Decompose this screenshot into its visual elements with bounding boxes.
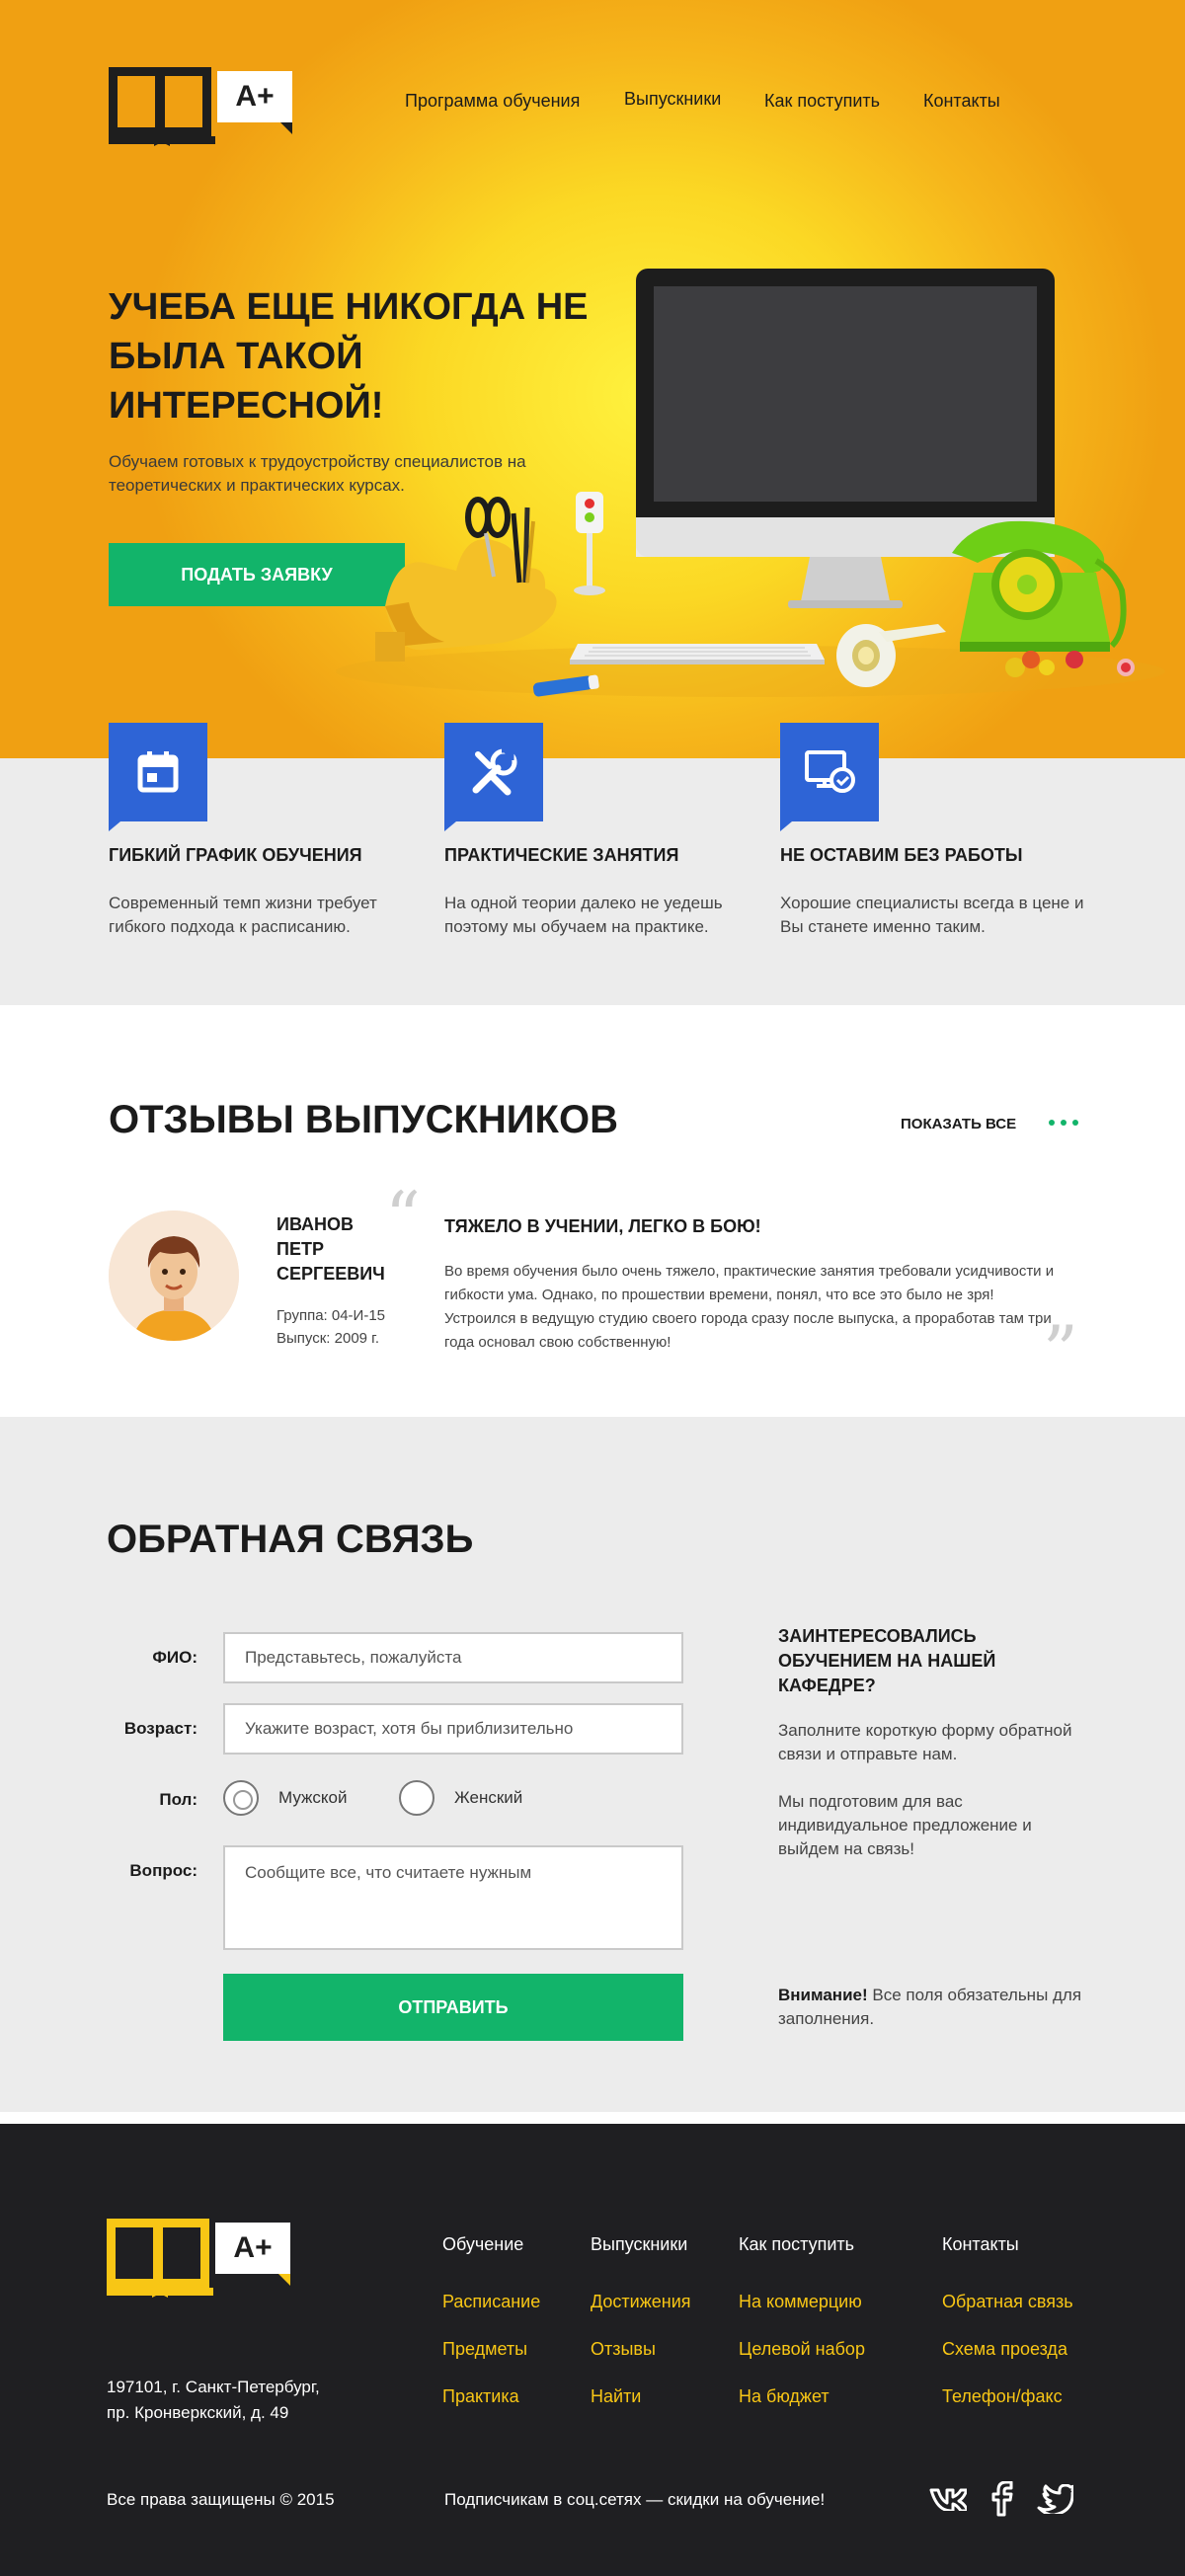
feature-flexible-schedule: Гибкий график обучения Современный темп …: [109, 723, 425, 939]
facebook-icon[interactable]: [983, 2479, 1022, 2519]
review-text: Во время обучения было очень тяжело, пра…: [444, 1263, 1055, 1351]
show-all-link[interactable]: Показать все: [901, 1116, 1016, 1132]
twitter-icon[interactable]: [1035, 2479, 1074, 2519]
feature-title: Гибкий график обучения: [109, 845, 362, 865]
footer-link[interactable]: Схема проезда: [942, 2339, 1067, 2360]
footer-link[interactable]: На бюджет: [739, 2386, 830, 2407]
hero-illustration: [336, 269, 1165, 697]
address-line: 197101, г. Санкт-Петербург,: [107, 2378, 320, 2396]
reviews-heading: Отзывы выпускников: [109, 1098, 618, 1141]
gender-female-radio[interactable]: Женский: [399, 1780, 522, 1816]
feature-title: Не оставим без работы: [780, 845, 1023, 865]
footer-col-graduates: Выпускники Достижения Отзывы Найти: [591, 2234, 691, 2406]
logo-grade: A+: [215, 2223, 290, 2286]
review-title: Тяжело в учении, легко в бою!: [444, 1216, 761, 1236]
footer-col-head: Обучение: [442, 2234, 524, 2254]
book-logo-icon: [107, 2219, 213, 2298]
vk-icon[interactable]: [928, 2479, 968, 2519]
footer-link[interactable]: Расписание: [442, 2292, 540, 2312]
hero-section: A+ Программа обучения Выпускники Как пос…: [0, 0, 1185, 758]
hand-illustration: [375, 497, 557, 662]
question-label: Вопрос:: [129, 1861, 198, 1880]
more-dots-icon[interactable]: [1049, 1120, 1078, 1126]
feature-text: Хорошие специалисты всегда в цене и Вы с…: [780, 894, 1084, 936]
footer-link[interactable]: Предметы: [442, 2339, 527, 2360]
required-note-bold: Внимание!: [778, 1986, 868, 2004]
phone-illustration: [952, 520, 1127, 652]
tools-icon: [444, 723, 543, 831]
question-field[interactable]: [223, 1845, 683, 1950]
age-label: Возраст:: [123, 1719, 198, 1738]
footer-col-head: Как поступить: [739, 2234, 854, 2254]
footer: A+ Обучение Расписание Предметы Практика…: [0, 2124, 1185, 2576]
radio-circle[interactable]: [399, 1780, 434, 1816]
divider: [0, 2112, 1185, 2124]
radio-circle[interactable]: [223, 1780, 259, 1816]
feedback-section: Обратная связь ФИО: Возраст: Пол: Мужско…: [0, 1417, 1185, 2112]
footer-link[interactable]: Обратная связь: [942, 2292, 1073, 2312]
gender-male-radio[interactable]: Мужской: [223, 1780, 348, 1816]
footer-col-contacts: Контакты Обратная связь Схема проезда Те…: [942, 2234, 1073, 2406]
feature-title: Практические занятия: [444, 845, 679, 865]
quote-close-icon: ”: [1043, 1311, 1078, 1392]
subscribe-text: Подписчикам в соц.сетях — скидки на обуч…: [444, 2490, 826, 2509]
feature-practice: Практические занятия На одной теории дал…: [444, 723, 760, 939]
footer-col-education: Обучение Расписание Предметы Практика: [442, 2234, 540, 2406]
reviewer-group: Группа: 04-И-15: [276, 1307, 386, 1324]
quote-open-icon: “: [385, 1177, 421, 1258]
footer-col-head: Выпускники: [591, 2234, 688, 2254]
gender-female-label: Женский: [454, 1788, 523, 1807]
features-section: Гибкий график обучения Современный темп …: [0, 723, 1185, 1005]
monitor-illustration: [636, 269, 1055, 608]
feedback-heading: Обратная связь: [107, 1518, 474, 1561]
feature-text: На одной теории далеко не уедешь поэтому…: [444, 894, 723, 936]
footer-link[interactable]: Телефон/факс: [942, 2386, 1063, 2407]
footer-link[interactable]: Достижения: [591, 2292, 691, 2312]
fio-label: ФИО:: [152, 1648, 198, 1667]
traffic-light-illustration: [574, 492, 605, 595]
footer-link[interactable]: Практика: [442, 2386, 519, 2407]
footer-col-head: Контакты: [942, 2234, 1019, 2254]
side-text-1: Заполните короткую форму обратной связи …: [778, 1721, 1072, 1763]
feature-employment: Не оставим без работы Хорошие специалист…: [780, 723, 1096, 939]
feature-text: Современный темп жизни требует гибкого п…: [109, 894, 377, 936]
submit-button[interactable]: Отправить: [223, 1974, 683, 2041]
gender-male-label: Мужской: [278, 1788, 348, 1807]
fio-field[interactable]: [223, 1632, 683, 1683]
footer-link[interactable]: Отзывы: [591, 2339, 656, 2360]
reviews-section: Отзывы выпускников Показать все Иванов П…: [0, 1005, 1185, 1417]
side-text-2: Мы подготовим для вас индивидуальное пре…: [778, 1792, 1032, 1858]
age-field[interactable]: [223, 1703, 683, 1755]
required-note: Внимание! Все поля обязательны для запол…: [778, 1984, 1094, 2031]
footer-link[interactable]: Целевой набор: [739, 2339, 865, 2360]
footer-link[interactable]: Найти: [591, 2386, 641, 2407]
keyboard-illustration: [570, 644, 825, 664]
calendar-icon: [109, 723, 207, 831]
copyright: Все права защищены © 2015: [107, 2490, 335, 2509]
address-line: пр. Кронверкский, д. 49: [107, 2403, 289, 2422]
reviewer-year: Выпуск: 2009 г.: [276, 1330, 379, 1347]
monitor-check-icon: [780, 723, 879, 831]
avatar: [109, 1210, 239, 1341]
side-title: Заинтересовались обучением на нашей кафе…: [778, 1626, 996, 1695]
footer-link[interactable]: На коммерцию: [739, 2292, 862, 2312]
footer-col-admission: Как поступить На коммерцию Целевой набор…: [739, 2234, 865, 2406]
gender-label: Пол:: [159, 1790, 198, 1809]
address: 197101, г. Санкт-Петербург, пр. Кронверк…: [107, 2375, 320, 2426]
footer-logo[interactable]: A+: [107, 2219, 290, 2298]
